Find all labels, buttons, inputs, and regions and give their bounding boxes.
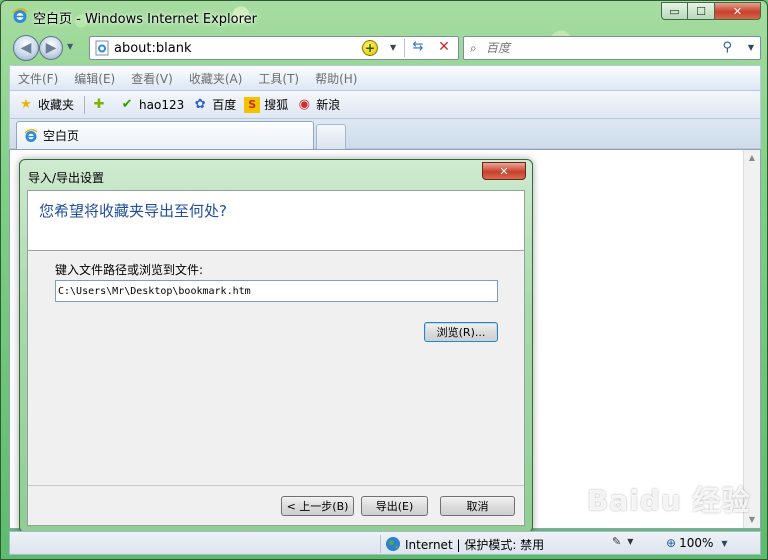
zoom-control[interactable]: ⊕ 100% ▼: [666, 536, 728, 550]
import-export-dialog: 导入/导出设置 ✕ 您希望将收藏夹导出至何处? 键入文件路径或浏览到文件: 浏览…: [19, 159, 533, 533]
back-arrow-icon: ◀: [20, 40, 32, 56]
menu-view[interactable]: 查看(V): [131, 70, 173, 87]
search-options-dropdown-icon[interactable]: ▼: [748, 43, 754, 52]
popup-blocker-icon[interactable]: ✎: [612, 535, 621, 548]
cancel-button[interactable]: 取消: [440, 496, 515, 516]
zoom-level: 100%: [679, 536, 714, 550]
navigation-bar: ◀ ▶ ▼ about:blank + ▼ ⇆ ✕ ⌕ ⚲ ▼: [1, 31, 767, 63]
address-divider: [404, 39, 405, 57]
globe-icon: [386, 537, 400, 551]
title-bar: 空白页 - Windows Internet Explorer ▭ ☐ ✕: [1, 1, 767, 31]
fav-baidu-label: 百度: [212, 98, 237, 112]
file-path-label: 键入文件路径或浏览到文件:: [55, 263, 204, 277]
window-title: 空白页 - Windows Internet Explorer: [33, 12, 257, 27]
dialog-heading: 您希望将收藏夹导出至何处?: [39, 202, 227, 220]
menu-tools[interactable]: 工具(T): [258, 70, 299, 87]
maximize-button[interactable]: ☐: [688, 2, 715, 20]
recent-pages-dropdown-icon[interactable]: ▼: [67, 42, 73, 51]
address-text[interactable]: about:blank: [114, 41, 192, 56]
favorites-bar: ★ 收藏夹 ✚ ✔ hao123 ✿ 百度 S 搜狐 ◉ 新浪: [9, 91, 761, 119]
add-to-favorites-bar-button[interactable]: ✚: [91, 97, 111, 113]
search-icon[interactable]: ⚲: [722, 40, 732, 55]
sohu-icon: S: [244, 96, 261, 113]
stop-icon[interactable]: ✕: [434, 39, 454, 57]
new-tab-button[interactable]: [316, 124, 346, 149]
fav-baidu[interactable]: ✿ 百度: [192, 96, 236, 113]
baidu-paw-icon: ✿: [194, 97, 206, 112]
fav-sina[interactable]: ◉ 新浪: [296, 96, 341, 113]
forward-button[interactable]: ▶: [39, 36, 63, 60]
page-icon: [95, 40, 109, 56]
menu-help[interactable]: 帮助(H): [315, 70, 357, 87]
close-icon: ✕: [499, 164, 509, 178]
minimize-icon: ▭: [669, 4, 680, 18]
tab-blank-page[interactable]: 空白页: [16, 121, 314, 149]
fav-sohu-label: 搜狐: [264, 98, 289, 112]
dialog-title: 导入/导出设置: [28, 171, 105, 185]
search-box[interactable]: ⌕ ⚲ ▼: [463, 36, 761, 60]
zoom-icon: ⊕: [666, 536, 677, 550]
back-button[interactable]: ◀: [13, 35, 39, 61]
favorites-button[interactable]: ★ 收藏夹: [18, 96, 74, 113]
sina-weibo-icon: ◉: [298, 97, 310, 112]
zone-text: Internet | 保护模式: 禁用: [405, 537, 545, 552]
baidu-watermark-url: jingyan.baidu.com: [613, 513, 706, 524]
address-bar[interactable]: about:blank + ▼ ⇆ ✕: [89, 36, 459, 60]
status-tools: ✎ ▼: [612, 535, 639, 548]
fav-hao123[interactable]: ✔ hao123: [119, 97, 185, 113]
menu-file[interactable]: 文件(F): [18, 70, 58, 87]
close-button[interactable]: ✕: [715, 2, 761, 20]
dialog-close-button[interactable]: ✕: [482, 162, 526, 180]
menu-bar: 文件(F) 编辑(E) 查看(V) 收藏夹(A) 工具(T) 帮助(H): [9, 65, 761, 91]
search-input[interactable]: [486, 40, 706, 56]
menu-edit[interactable]: 编辑(E): [74, 70, 115, 87]
vertical-scrollbar[interactable]: ▲ ▼: [743, 150, 760, 528]
browse-button[interactable]: 浏览(R)...: [424, 322, 498, 342]
compatibility-icon[interactable]: +: [362, 40, 378, 56]
security-zone[interactable]: Internet | 保护模式: 禁用: [380, 535, 544, 553]
fav-sohu[interactable]: S 搜狐: [244, 96, 288, 113]
dialog-footer: < 上一步(B) 导出(E) 取消: [28, 485, 524, 525]
status-dropdown-icon[interactable]: ▼: [627, 537, 633, 546]
favorites-label: 收藏夹: [38, 98, 75, 112]
back-step-button[interactable]: < 上一步(B): [281, 496, 354, 516]
scroll-up-icon[interactable]: ▲: [744, 150, 760, 166]
star-icon: ★: [20, 97, 32, 112]
fav-hao123-label: hao123: [139, 97, 185, 112]
close-icon: ✕: [732, 4, 743, 18]
address-dropdown-icon[interactable]: ▼: [390, 43, 396, 52]
browser-window: 空白页 - Windows Internet Explorer ▭ ☐ ✕ ◀ …: [0, 0, 768, 560]
zoom-dropdown-icon[interactable]: ▼: [721, 539, 727, 548]
favorites-divider: [84, 95, 86, 114]
dialog-body: 您希望将收藏夹导出至何处? 键入文件路径或浏览到文件: 浏览(R)... < 上…: [27, 190, 525, 526]
forward-arrow-icon: ▶: [45, 40, 57, 56]
search-provider-icon: ⌕: [470, 41, 477, 55]
ie-tab-icon: [24, 128, 38, 142]
tab-strip: 空白页: [9, 119, 761, 149]
tab-label: 空白页: [43, 129, 80, 143]
file-path-input[interactable]: [55, 280, 498, 302]
status-bar: Internet | 保护模式: 禁用 ✎ ▼ ⊕ 100% ▼: [9, 531, 761, 555]
hao123-icon: ✔: [121, 97, 133, 112]
caption-buttons: ▭ ☐ ✕: [661, 2, 761, 20]
menu-favorites[interactable]: 收藏夹(A): [189, 70, 243, 87]
export-button[interactable]: 导出(E): [361, 496, 428, 516]
add-favorite-icon: ✚: [93, 97, 105, 112]
minimize-button[interactable]: ▭: [661, 2, 688, 20]
refresh-icon[interactable]: ⇆: [408, 39, 428, 57]
maximize-icon: ☐: [696, 4, 706, 18]
dialog-header: 您希望将收藏夹导出至何处?: [28, 191, 524, 251]
fav-sina-label: 新浪: [316, 98, 341, 112]
ie-logo-icon: [12, 7, 28, 23]
